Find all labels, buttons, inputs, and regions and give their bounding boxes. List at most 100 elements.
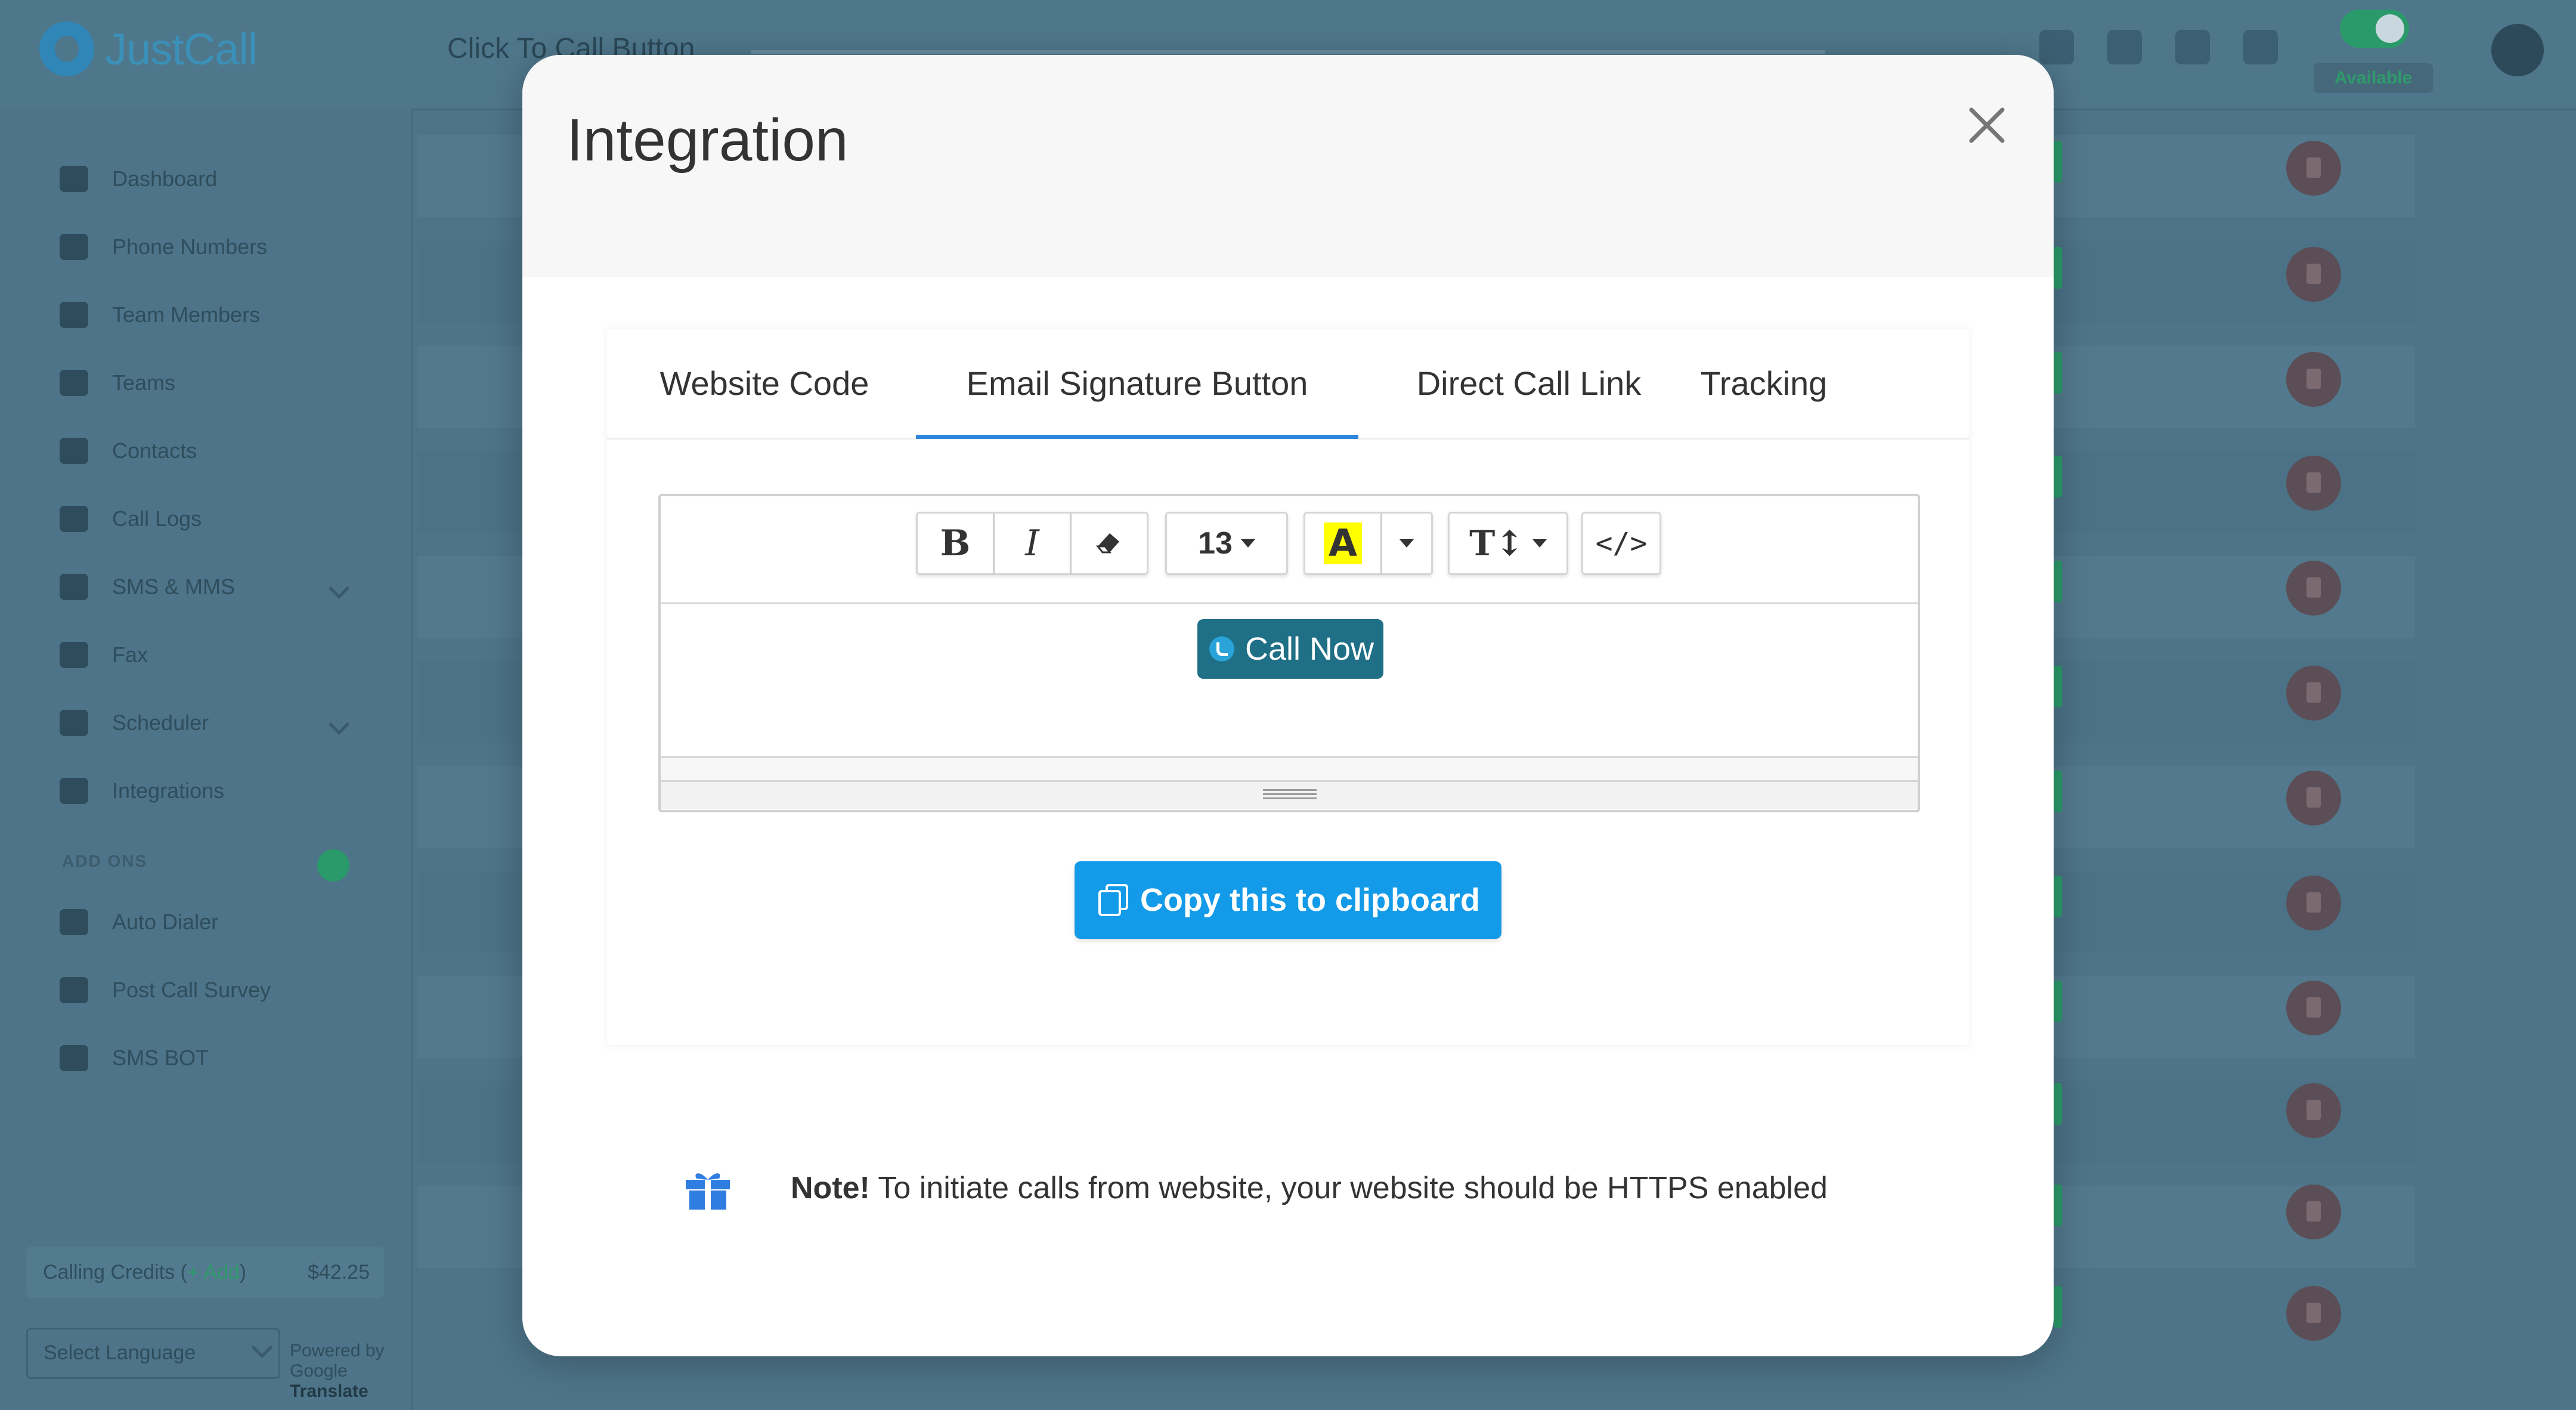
sidebar-item-label: Teams [112, 370, 176, 395]
chat-icon[interactable] [2107, 30, 2142, 64]
status-indicator [2054, 981, 2062, 1022]
translate-text[interactable]: Translate [290, 1381, 369, 1401]
highlight-color-button[interactable]: A [1304, 512, 1382, 575]
fax-icon [60, 642, 88, 668]
call-now-button[interactable]: Call Now [1197, 619, 1384, 679]
trash-icon[interactable] [2286, 561, 2341, 616]
sidebar-item-call-logs[interactable]: Call Logs [60, 506, 202, 532]
chevron-down-icon [1240, 539, 1255, 548]
sidebar-item-teams[interactable]: Teams [60, 370, 175, 396]
code-view-button[interactable]: </> [1581, 512, 1661, 575]
bell-icon[interactable] [2243, 30, 2278, 64]
trash-icon[interactable] [2286, 1286, 2341, 1341]
font-size-dropdown[interactable]: 13 [1165, 512, 1288, 575]
tab-direct-call-link[interactable]: Direct Call Link [1413, 329, 1645, 438]
users-icon [60, 302, 88, 328]
sidebar-item-scheduler[interactable]: Scheduler [60, 710, 209, 736]
language-select-value: Select Language [44, 1341, 196, 1364]
eraser-icon [1095, 533, 1119, 554]
line-height-dropdown[interactable]: T↕ [1448, 512, 1568, 575]
sidebar-item-team-members[interactable]: Team Members [60, 302, 260, 328]
calling-credits: Calling Credits (+ Add) $42.25 [26, 1247, 384, 1298]
status-indicator [2054, 352, 2062, 394]
trash-icon[interactable] [2286, 981, 2341, 1035]
top-icons [2039, 30, 2278, 64]
sidebar-item-auto-dialer[interactable]: Auto Dialer [60, 909, 218, 935]
user-avatar-icon[interactable] [2491, 24, 2544, 76]
highlight-icon: A [1324, 522, 1362, 564]
teams-icon [60, 370, 88, 396]
sidebar-item-integrations[interactable]: Integrations [60, 778, 224, 804]
sidebar-item-label: SMS & MMS [112, 574, 236, 599]
home-icon [60, 166, 88, 192]
trash-icon[interactable] [2286, 876, 2341, 930]
chevron-down-icon[interactable] [328, 713, 350, 735]
apps-grid-icon[interactable] [2175, 30, 2210, 64]
trash-icon[interactable] [2286, 1083, 2341, 1138]
sidebar-item-post-call-survey[interactable]: Post Call Survey [60, 977, 271, 1003]
note-message: To initiate calls from website, your web… [869, 1171, 1828, 1205]
sidebar-item-fax[interactable]: Fax [60, 642, 148, 668]
logo[interactable]: JustCall [39, 21, 258, 76]
trash-icon[interactable] [2286, 666, 2341, 721]
status-indicator [2054, 141, 2062, 183]
credits-text: Calling Credits ( [43, 1261, 187, 1284]
language-select[interactable]: Select Language [26, 1328, 280, 1379]
trash-icon[interactable] [2286, 1185, 2341, 1239]
trash-icon[interactable] [2286, 771, 2341, 825]
sidebar-item-label: Auto Dialer [112, 910, 219, 934]
copy-icon [1098, 884, 1128, 916]
highlight-color-dropdown[interactable] [1382, 512, 1433, 575]
sidebar-item-label: Dashboard [112, 166, 218, 191]
italic-button[interactable]: I [995, 512, 1072, 575]
status-indicator [2054, 1185, 2062, 1226]
powered-by-google: Powered by Google Translate [290, 1341, 411, 1402]
add-credits-link[interactable]: + Add [187, 1261, 240, 1284]
sidebar-item-label: Scheduler [112, 710, 209, 735]
editor-toolbar: B I 13 A T↕ </> [661, 496, 1918, 604]
modal-title: Integration [566, 107, 849, 174]
chevron-down-icon[interactable] [328, 577, 350, 599]
clear-format-button[interactable] [1072, 512, 1148, 575]
sidebar-item-phone-numbers[interactable]: Phone Numbers [60, 234, 267, 260]
trash-icon[interactable] [2286, 456, 2341, 511]
copy-to-clipboard-button[interactable]: Copy this to clipboard [1075, 861, 1501, 939]
tab-tracking[interactable]: Tracking [1692, 329, 1835, 438]
trash-icon[interactable] [2286, 141, 2341, 196]
status-indicator [2054, 771, 2062, 812]
close-button[interactable] [1963, 101, 2011, 149]
add-addon-icon[interactable] [317, 849, 349, 882]
bold-button[interactable]: B [916, 512, 995, 575]
trash-icon[interactable] [2286, 352, 2341, 407]
editor-resize-handle[interactable] [661, 780, 1918, 809]
status-indicator [2054, 1083, 2062, 1125]
tab-email-signature-button[interactable]: Email Signature Button [916, 329, 1358, 439]
line-height-icon: T↕ [1469, 523, 1524, 564]
copy-button-label: Copy this to clipboard [1140, 882, 1480, 918]
highlight-button-group: A [1304, 512, 1433, 575]
sidebar-item-label: Post Call Survey [112, 978, 271, 1002]
status-indicator [2054, 876, 2062, 917]
credits-value: $42.25 [308, 1261, 370, 1284]
sidebar-item-label: Call Logs [112, 506, 202, 531]
search-line [751, 50, 1825, 54]
sidebar-item-sms-bot[interactable]: SMS BOT [60, 1045, 209, 1071]
chevron-down-icon [1532, 539, 1547, 548]
editor-content-area[interactable]: Call Now [661, 602, 1918, 754]
sidebar-item-sms-mms[interactable]: SMS & MMS [60, 574, 235, 600]
logo-text: JustCall [105, 24, 258, 74]
chevron-down-icon [1400, 539, 1414, 548]
addons-heading: ADD ONS [62, 852, 148, 870]
sidebar-item-contacts[interactable]: Contacts [60, 438, 197, 464]
tab-website-code[interactable]: Website Code [658, 329, 871, 438]
sidebar-item-label: Fax [112, 642, 148, 667]
sidebar-item-label: Contacts [112, 438, 197, 463]
sidebar-item-dashboard[interactable]: Dashboard [60, 166, 217, 192]
credits-close-paren: ) [239, 1261, 247, 1284]
justcall-logo-icon [39, 21, 94, 76]
availability-toggle[interactable] [2340, 10, 2409, 48]
note-text: Note! To initiate calls from website, yo… [791, 1170, 1828, 1206]
code-icon: </> [1595, 527, 1648, 560]
bold-icon: B [940, 522, 971, 564]
trash-icon[interactable] [2286, 247, 2341, 302]
